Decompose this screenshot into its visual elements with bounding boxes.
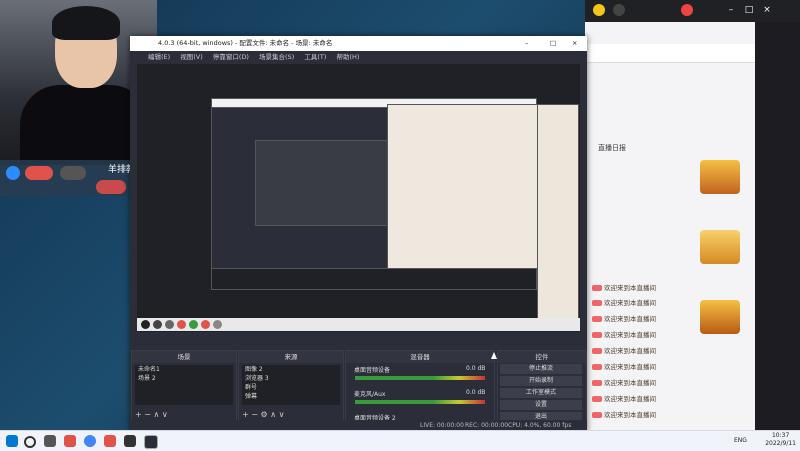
mixer-track-db: 0.0 dB [466, 365, 486, 372]
scene-item[interactable]: 未命名1 [135, 365, 233, 374]
volume-meter[interactable] [355, 400, 485, 404]
sources-dock: 来源 图像 2 浏览器 3 群号 弹幕 + − ⚙ ∧ ∨ [238, 350, 344, 422]
volume-meter[interactable] [355, 376, 485, 380]
chrome-icon[interactable] [84, 435, 96, 447]
mixer-track-label: 桌面音频设备 [354, 367, 391, 374]
menu-icon[interactable] [613, 4, 625, 16]
language-indicator[interactable]: ENG [734, 437, 747, 444]
overlay-tag [60, 166, 86, 180]
live-icon [6, 166, 20, 180]
close-icon[interactable]: × [761, 4, 773, 16]
chat-header: 直播日报 [598, 144, 626, 152]
obs-title: 4.0.3 (64-bit, windows) - 配置文件: 未命名 - 场景… [158, 39, 333, 47]
chat-line: 欢迎来到本直播间 [592, 361, 742, 375]
menu-tools[interactable]: 工具(T) [304, 51, 326, 63]
menu-edit[interactable]: 编辑(E) [148, 51, 170, 63]
obs-icon[interactable] [144, 435, 158, 449]
nested-docks [211, 268, 537, 290]
clock-date: 2022/9/11 [765, 440, 796, 447]
mixer-dock: 混音器 桌面音频设备 0.0 dB 麦克风/Aux 0.0 dB 桌面音频设备 … [345, 350, 495, 422]
menu-help[interactable]: 帮助(H) [336, 51, 359, 63]
sources-dock-title: 来源 [239, 351, 343, 363]
scenes-list: 未命名1 场景 2 [135, 365, 233, 405]
close-button[interactable]: × [572, 36, 577, 51]
taskbar-in-preview [137, 318, 580, 331]
browser-side-panel [755, 22, 800, 430]
notification-icon[interactable] [593, 4, 605, 16]
obs-preview-canvas[interactable] [137, 64, 580, 332]
scenes-dock-title: 场景 [132, 351, 236, 363]
chat-line: 欢迎来到本直播间 [592, 393, 742, 407]
app-icon[interactable] [64, 435, 76, 447]
minimize-icon[interactable]: – [725, 4, 737, 16]
obs-title-bar: 4.0.3 (64-bit, windows) - 配置文件: 未命名 - 场景… [130, 36, 587, 51]
windows-taskbar: ENG [0, 430, 800, 451]
minimize-button[interactable]: – [525, 36, 528, 51]
scenes-dock: 场景 未命名1 场景 2 + − ∧ ∨ [131, 350, 237, 422]
maximize-button[interactable]: □ [550, 36, 556, 51]
stop-streaming-button[interactable]: 停止推流 [500, 364, 582, 374]
scene-item[interactable]: 场景 2 [135, 374, 233, 383]
studio-mode-button[interactable]: 工作室模式 [500, 388, 582, 398]
webcam-subject-hair [52, 6, 120, 40]
maximize-icon[interactable]: □ [743, 4, 755, 16]
source-item[interactable]: 浏览器 3 [242, 374, 340, 383]
chat-line: 欢迎来到本直播间 [592, 377, 742, 391]
sources-list: 图像 2 浏览器 3 群号 弹幕 [242, 365, 340, 405]
event-banner[interactable] [700, 160, 740, 194]
menu-docks[interactable]: 停靠窗口(D) [213, 51, 249, 63]
start-icon[interactable] [6, 435, 18, 447]
clock-time: 10:37 [771, 432, 790, 439]
nested-preview [255, 140, 397, 226]
overlay-tag [96, 180, 126, 194]
mixer-dock-title: 混音器 [346, 351, 494, 363]
chat-line: 欢迎来到本直播间 [592, 345, 742, 359]
source-controls[interactable]: + − ⚙ ∧ ∨ [242, 410, 284, 419]
search-icon[interactable] [24, 436, 36, 448]
menu-view[interactable]: 视图(V) [180, 51, 203, 63]
browser-top-bar: – □ × [585, 0, 800, 22]
scene-controls[interactable]: + − ∧ ∨ [135, 410, 168, 419]
mixer-track-label: 麦克风/Aux [354, 391, 386, 398]
source-item[interactable]: 图像 2 [242, 365, 340, 374]
nested-browser [387, 104, 539, 271]
gift-icon[interactable] [681, 4, 693, 16]
overlay-tag [25, 166, 53, 180]
reward-banner[interactable] [700, 230, 740, 264]
start-recording-button[interactable]: 开始录制 [500, 376, 582, 386]
mixer-track-db: 0.0 dB [466, 389, 486, 396]
browser-toolbar [585, 44, 755, 63]
source-item[interactable]: 群号 [242, 383, 340, 392]
settings-button[interactable]: 设置 [500, 400, 582, 410]
mouse-pointer-icon [491, 352, 497, 359]
chat-line: 欢迎来到本直播间 [592, 282, 742, 296]
nested-chat [537, 104, 579, 331]
promo-banner[interactable] [700, 300, 740, 334]
app-icon[interactable] [124, 435, 136, 447]
system-clock[interactable]: 10:37 2022/9/11 [765, 432, 796, 448]
source-item[interactable]: 弹幕 [242, 392, 340, 401]
app-icon[interactable] [104, 435, 116, 447]
obs-menu-bar: 编辑(E) 视图(V) 停靠窗口(D) 场景集合(S) 工具(T) 帮助(H) [130, 51, 587, 63]
controls-dock-title: 控件 [498, 351, 586, 363]
chat-line: 欢迎来到本直播间 [592, 409, 742, 423]
task-view-icon[interactable] [44, 435, 56, 447]
menu-scene-collection[interactable]: 场景集合(S) [259, 51, 294, 63]
